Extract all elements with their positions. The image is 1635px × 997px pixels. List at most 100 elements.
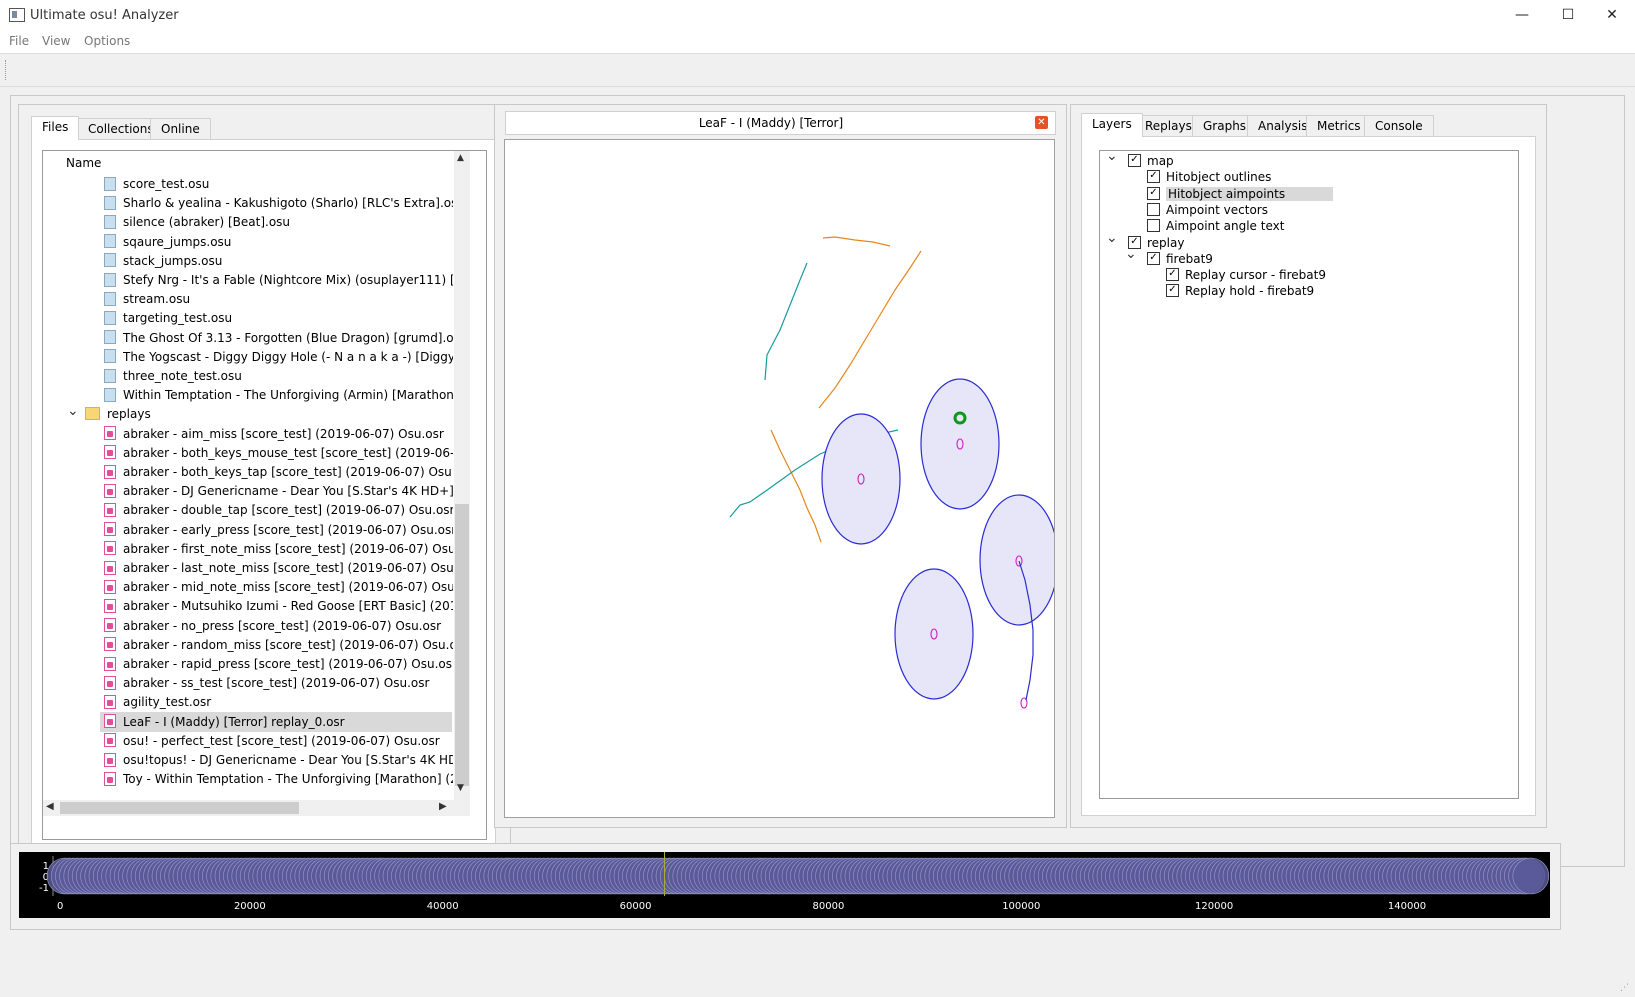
checkbox-checked[interactable]: ✓ xyxy=(1166,284,1179,298)
column-header-name[interactable]: Name xyxy=(66,154,101,172)
tab-console[interactable]: Console xyxy=(1364,115,1434,137)
checkbox-checked[interactable]: ✓ xyxy=(1147,170,1160,184)
checkbox-checked[interactable]: ✓ xyxy=(1166,268,1179,282)
osr-file-icon xyxy=(104,714,116,729)
tree-row[interactable]: abraker - rapid_press [score_test] (2019… xyxy=(43,654,453,674)
tree-row[interactable]: sqaure_jumps.osu xyxy=(43,232,453,252)
tree-row[interactable]: abraker - Mutsuhiko Izumi - Red Goose [E… xyxy=(43,596,453,616)
toolbar-grip[interactable] xyxy=(5,60,8,80)
tree-row-label: abraker - DJ Genericname - Dear You [S.S… xyxy=(123,484,453,499)
replay-canvas[interactable] xyxy=(504,139,1055,818)
checkbox-checked[interactable]: ✓ xyxy=(1128,154,1141,167)
osr-file-icon xyxy=(104,675,116,690)
layer-row[interactable]: ✓ Hitobject outlines xyxy=(1127,169,1271,185)
hscrollbar-thumb[interactable] xyxy=(60,802,299,814)
tab-online[interactable]: Online xyxy=(150,118,211,140)
layer-row[interactable]: ✓ Hitobject aimpoints xyxy=(1127,186,1334,202)
close-button[interactable]: ✕ xyxy=(1589,0,1635,31)
expand-chevron-icon[interactable]: ⌄ xyxy=(67,404,79,421)
layer-row[interactable]: ✓ Replay cursor - firebat9 xyxy=(1146,267,1326,283)
checkbox-unchecked[interactable] xyxy=(1147,219,1160,233)
vertical-scrollbar[interactable]: ▲ ▼ xyxy=(454,151,470,800)
tab-files[interactable]: Files xyxy=(31,116,80,140)
tree-row[interactable]: targeting_test.osu xyxy=(43,308,453,328)
osr-file-icon xyxy=(104,618,116,633)
scroll-up-icon[interactable]: ▲ xyxy=(457,153,464,163)
scroll-right-icon[interactable]: ▶ xyxy=(439,801,447,812)
tree-row[interactable]: abraker - aim_miss [score_test] (2019-06… xyxy=(43,424,453,444)
tree-row[interactable]: abraker - last_note_miss [score_test] (2… xyxy=(43,558,453,578)
hitcircle-3 xyxy=(979,494,1054,626)
tree-row[interactable]: agility_test.osr xyxy=(43,692,453,712)
tree-row[interactable]: osu! - perfect_test [score_test] (2019-0… xyxy=(43,731,453,751)
layers-tree[interactable]: ⌄ ✓ map ✓ Hitobject outlines ✓ Hitobject aimpo… xyxy=(1099,148,1519,799)
expand-chevron-icon[interactable]: ⌄ xyxy=(1106,148,1118,164)
timeline-plot[interactable]: 1 0 -1 0 20000 40000 60000 80000 100000 120000 140… xyxy=(19,852,1550,918)
tree-row[interactable]: LeaF - I (Maddy) [Terror] replay_0.osr xyxy=(100,711,452,732)
layer-row[interactable]: Aimpoint angle text xyxy=(1127,218,1284,234)
tree-row[interactable]: abraker - both_keys_mouse_test [score_te… xyxy=(43,443,453,463)
tree-row[interactable]: abraker - no_press [score_test] (2019-06… xyxy=(43,616,453,636)
tree-row[interactable]: abraker - double_tap [score_test] (2019-… xyxy=(43,500,453,520)
tree-row[interactable]: The Yogscast - Diggy Diggy Hole (- N a n… xyxy=(43,347,453,367)
tree-row[interactable]: osu!topus! - DJ Genericname - Dear You [… xyxy=(43,750,453,770)
tree-row[interactable]: stream.osu xyxy=(43,289,453,309)
tree-row[interactable]: score_test.osu xyxy=(43,174,453,194)
osr-file-icon xyxy=(104,464,116,479)
scroll-down-icon[interactable]: ▼ xyxy=(457,783,464,793)
menu-view[interactable]: View xyxy=(42,34,70,48)
tree-rows: score_test.osu Sharlo & yealina - Kakushi… xyxy=(43,174,471,815)
tree-row[interactable]: silence (abraker) [Beat].osu xyxy=(43,212,453,232)
tree-row[interactable]: abraker - both_keys_tap [score_test] (20… xyxy=(43,462,453,482)
osu-file-icon xyxy=(104,368,116,383)
tree-row[interactable]: three_note_test.osu xyxy=(43,366,453,386)
checkbox-unchecked[interactable] xyxy=(1147,202,1160,216)
tree-row-label: abraker - rapid_press [score_test] (2019… xyxy=(123,657,453,671)
size-grip-icon[interactable]: ⋰ xyxy=(1620,983,1629,993)
scroll-left-icon[interactable]: ◀ xyxy=(46,801,54,812)
layer-row[interactable]: ⌄ ✓ replay xyxy=(1106,230,1184,251)
checkbox-checked[interactable]: ✓ xyxy=(1147,186,1160,200)
tree-row[interactable]: abraker - mid_note_miss [score_test] (20… xyxy=(43,577,453,597)
tab-metrics[interactable]: Metrics xyxy=(1306,115,1372,137)
layers-panel: Layers Replays Graphs Analysis Metrics C… xyxy=(1070,104,1547,828)
tab-layers[interactable]: Layers xyxy=(1081,113,1143,137)
tree-row[interactable]: abraker - ss_test [score_test] (2019-06-… xyxy=(43,673,453,693)
tree-row[interactable]: abraker - random_miss [score_test] (2019… xyxy=(43,635,453,655)
x-tick-label: 60000 xyxy=(620,901,652,912)
tree-row[interactable]: abraker - first_note_miss [score_test] (… xyxy=(43,539,453,559)
tree-row[interactable]: Toy - Within Temptation - The Unforgivin… xyxy=(43,769,453,789)
x-tick-label: 0 xyxy=(57,901,63,912)
tree-row-label: Stefy Nrg - It's a Fable (Nightcore Mix)… xyxy=(123,273,453,287)
tree-row[interactable]: abraker - early_press [score_test] (2019… xyxy=(43,520,453,540)
menu-options[interactable]: Options xyxy=(84,34,130,48)
scrollbar-thumb[interactable] xyxy=(455,504,469,786)
expand-chevron-icon[interactable]: ⌄ xyxy=(1106,230,1118,246)
layer-row[interactable]: ⌄ ✓ firebat9 xyxy=(1125,246,1213,267)
tree-row[interactable]: Stefy Nrg - It's a Fable (Nightcore Mix)… xyxy=(43,270,453,290)
osu-file-icon xyxy=(104,387,116,402)
minimize-button[interactable]: — xyxy=(1499,0,1545,31)
menu-file[interactable]: File xyxy=(9,34,29,48)
osu-file-icon xyxy=(104,253,116,268)
checkbox-checked[interactable]: ✓ xyxy=(1147,251,1160,265)
tree-row[interactable]: The Ghost Of 3.13 - Forgotten (Blue Drag… xyxy=(43,328,453,348)
close-icon[interactable]: ✕ xyxy=(1035,116,1048,129)
maximize-button[interactable]: ☐ xyxy=(1545,0,1591,31)
osr-file-icon xyxy=(104,502,116,517)
tree-row-label: abraker - both_keys_mouse_test [score_te… xyxy=(123,445,453,460)
viewer-title-bar: LeaF - I (Maddy) [Terror] ✕ xyxy=(505,111,1056,135)
tree-row[interactable]: ⌄ replays xyxy=(43,404,453,424)
layer-row[interactable]: ✓ Replay hold - firebat9 xyxy=(1146,283,1314,299)
expand-chevron-icon[interactable]: ⌄ xyxy=(1125,246,1137,262)
tree-row[interactable]: Sharlo & yealina - Kakushigoto (Sharlo) … xyxy=(43,193,453,213)
tree-row[interactable]: abraker - DJ Genericname - Dear You [S.S… xyxy=(43,481,453,501)
horizontal-scrollbar[interactable]: ◀ ▶ xyxy=(43,800,470,816)
tree-row[interactable]: stack_jumps.osu xyxy=(43,251,453,271)
x-tick-label: 120000 xyxy=(1195,901,1233,912)
file-tree[interactable]: Name score_test.osu Sharlo & yealina - Ka… xyxy=(42,150,487,840)
layer-row[interactable]: Aimpoint vectors xyxy=(1127,202,1268,218)
layer-row[interactable]: ⌄ ✓ map xyxy=(1106,148,1174,169)
tree-row[interactable]: Within Temptation - The Unforgiving (Arm… xyxy=(43,385,453,405)
osr-file-icon xyxy=(104,752,116,767)
